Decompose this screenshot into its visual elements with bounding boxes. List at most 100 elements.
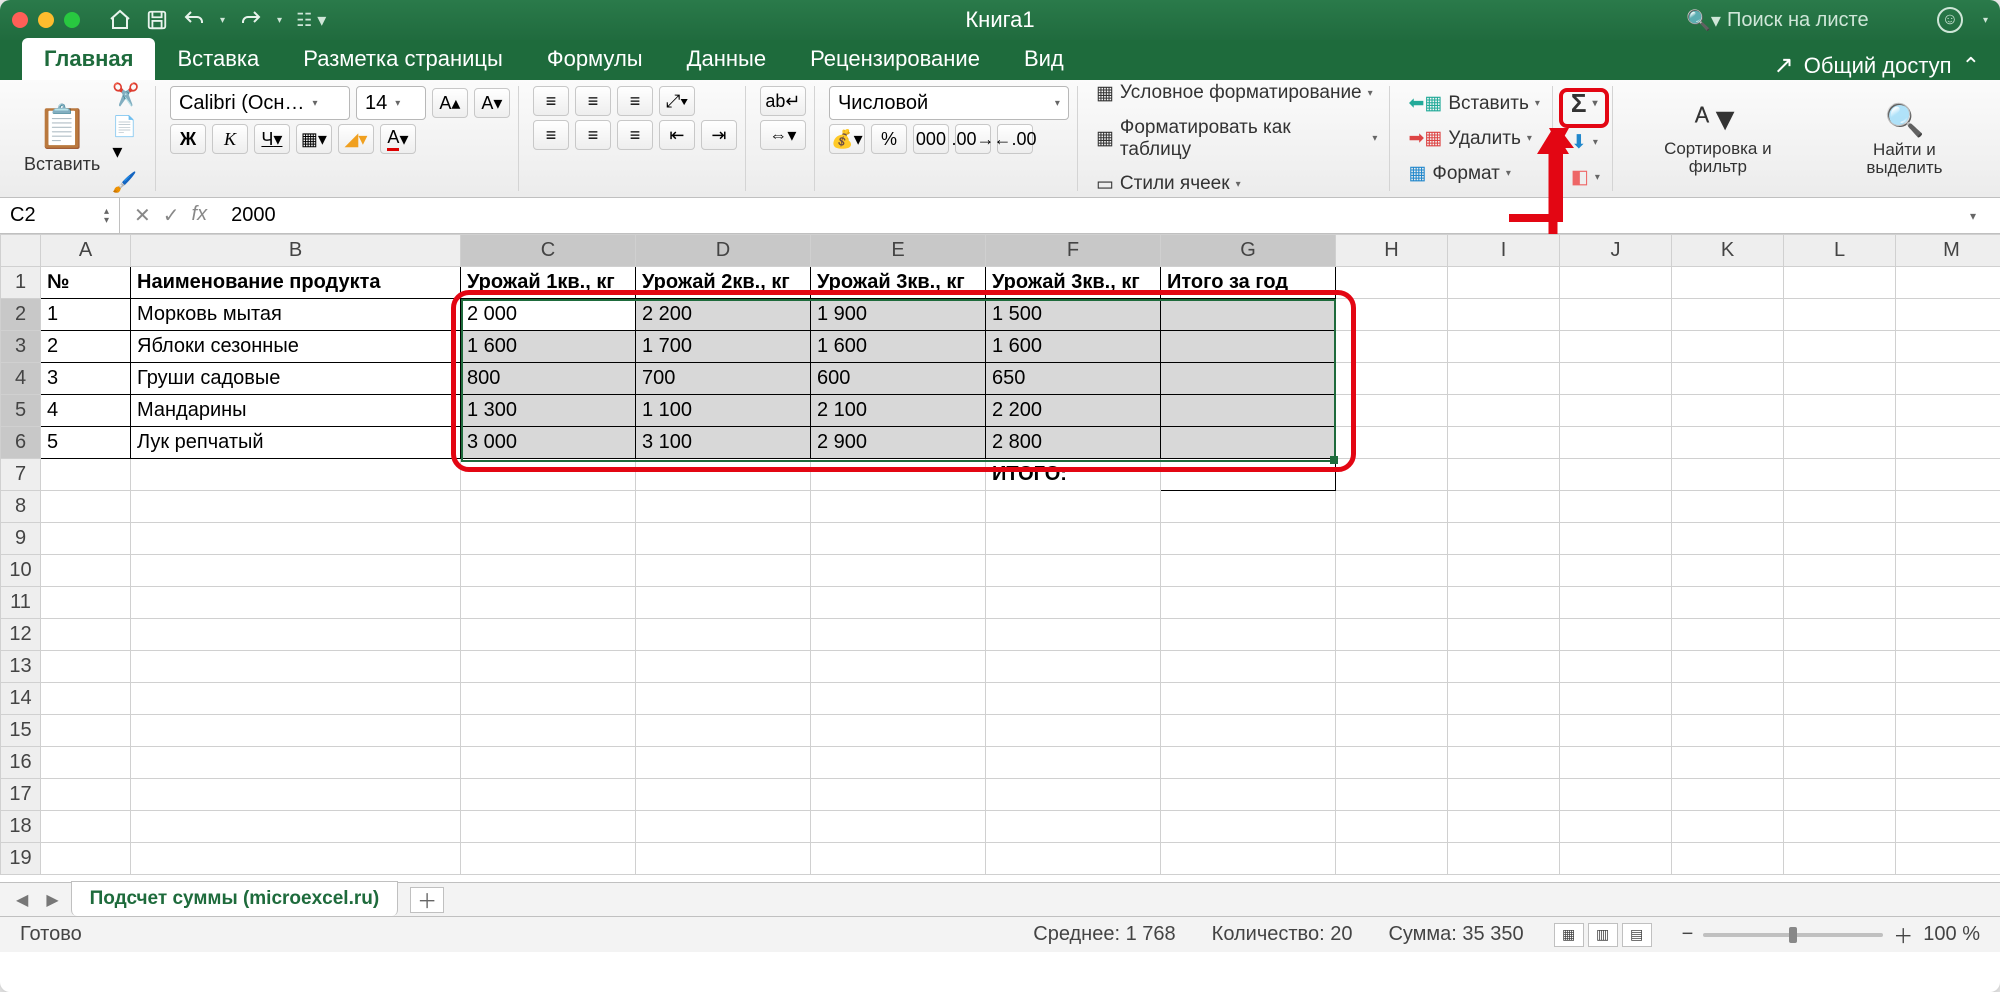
namebox-steppers[interactable]: ▴▾ [104, 207, 109, 225]
decrease-indent-icon[interactable]: ⇤ [659, 120, 695, 150]
bold-button[interactable]: Ж [170, 124, 206, 154]
cell-styles[interactable]: ▭Стили ячеек▾ [1092, 171, 1381, 198]
find-select-button[interactable]: 🔍 Найти и выделить [1827, 99, 1982, 179]
redo-icon[interactable] [239, 8, 263, 32]
row-6[interactable]: 6 [1, 427, 41, 459]
delete-cells[interactable]: ➡▦Удалить▾ [1404, 125, 1543, 152]
align-middle-icon[interactable]: ≡ [575, 86, 611, 116]
clear-button[interactable]: ◧▾ [1567, 164, 1604, 191]
tab-view[interactable]: Вид [1002, 38, 1086, 80]
comma-icon[interactable]: 000 [913, 124, 949, 154]
col-I[interactable]: I [1448, 235, 1560, 267]
fx-icon[interactable]: fx [192, 203, 208, 228]
undo-icon[interactable] [182, 8, 206, 32]
decrease-decimal-icon[interactable]: ←.00 [997, 124, 1033, 154]
row-3[interactable]: 3 [1, 331, 41, 363]
zoom-slider[interactable] [1703, 933, 1883, 937]
formula-input[interactable]: 2000 [221, 204, 1970, 227]
conditional-formatting[interactable]: ▦Условное форматирование▾ [1092, 80, 1381, 107]
paste-button[interactable]: 📋 Вставить [18, 101, 106, 177]
collapse-ribbon-icon[interactable]: ⌃ [1962, 53, 1980, 79]
sort-filter-button[interactable]: ᴬ▼ Сортировка и фильтр [1627, 99, 1809, 178]
tab-pagelayout[interactable]: Разметка страницы [281, 38, 525, 80]
merge-icon[interactable]: ⇔▾ [760, 120, 806, 150]
tab-formulas[interactable]: Формулы [525, 38, 665, 80]
increase-decimal-icon[interactable]: .00→ [955, 124, 991, 154]
undo-dropdown[interactable]: ▾ [220, 15, 225, 26]
font-color-icon[interactable]: A▾ [380, 124, 416, 154]
col-F[interactable]: F [986, 235, 1161, 267]
align-center-icon[interactable]: ≡ [575, 120, 611, 150]
autosum-button[interactable]: Σ ▾ [1567, 86, 1604, 121]
wrap-text-icon[interactable]: ab↵ [760, 86, 806, 116]
italic-button[interactable]: К [212, 124, 248, 154]
view-normal-icon[interactable]: ▦ [1554, 923, 1584, 947]
row-4[interactable]: 4 [1, 363, 41, 395]
redo-dropdown[interactable]: ▾ [277, 15, 282, 26]
insert-cells[interactable]: ⬅▦Вставить▾ [1404, 90, 1543, 117]
close-window[interactable] [12, 12, 28, 28]
row-7[interactable]: 7 [1, 459, 41, 491]
align-left-icon[interactable]: ≡ [533, 120, 569, 150]
share-button[interactable]: Общий доступ [1804, 53, 1952, 79]
increase-indent-icon[interactable]: ⇥ [701, 120, 737, 150]
copy-icon[interactable]: 📄▾ [112, 114, 147, 164]
cancel-formula-icon[interactable]: ✕ [134, 203, 151, 228]
format-cells[interactable]: ▦Формат▾ [1404, 160, 1543, 187]
align-right-icon[interactable]: ≡ [617, 120, 653, 150]
spreadsheet-grid[interactable]: A B C D E F G H I J K L M 1 № Наименован… [0, 234, 2000, 882]
sheet-tab-active[interactable]: Подсчет суммы (microexcel.ru) [71, 881, 399, 916]
home-icon[interactable] [108, 8, 132, 32]
fill-button[interactable]: ⬇▾ [1567, 129, 1604, 156]
col-C[interactable]: C [461, 235, 636, 267]
view-pagebreak-icon[interactable]: ▤ [1622, 923, 1652, 947]
col-E[interactable]: E [811, 235, 986, 267]
zoom-out-icon[interactable]: − [1682, 923, 1694, 946]
tab-insert[interactable]: Вставка [155, 38, 281, 80]
borders-icon[interactable]: ▦▾ [296, 124, 332, 154]
expand-formula-bar[interactable]: ▾ [1970, 209, 2000, 223]
decrease-font-icon[interactable]: A▾ [474, 88, 510, 118]
underline-button[interactable]: Ч▾ [254, 124, 290, 154]
row-1[interactable]: 1 [1, 267, 41, 299]
percent-icon[interactable]: % [871, 124, 907, 154]
view-pagelayout-icon[interactable]: ▥ [1588, 923, 1618, 947]
sheet-nav-prev[interactable]: ◀ [10, 890, 34, 910]
tab-review[interactable]: Рецензирование [788, 38, 1002, 80]
minimize-window[interactable] [38, 12, 54, 28]
col-B[interactable]: B [131, 235, 461, 267]
col-G[interactable]: G [1161, 235, 1336, 267]
col-J[interactable]: J [1560, 235, 1672, 267]
row-5[interactable]: 5 [1, 395, 41, 427]
user-icon[interactable]: ☺ [1937, 7, 1963, 33]
col-A[interactable]: A [41, 235, 131, 267]
format-as-table[interactable]: ▦Форматировать как таблицу▾ [1092, 115, 1381, 163]
maximize-window[interactable] [64, 12, 80, 28]
save-icon[interactable] [146, 9, 168, 31]
qat-customize-icon[interactable]: ☷ ▾ [296, 10, 326, 31]
fill-color-icon[interactable]: ◢▾ [338, 124, 374, 154]
align-top-icon[interactable]: ≡ [533, 86, 569, 116]
currency-icon[interactable]: 💰▾ [829, 124, 865, 154]
name-box[interactable]: C2 ▴▾ [0, 198, 120, 233]
align-bottom-icon[interactable]: ≡ [617, 86, 653, 116]
tab-data[interactable]: Данные [665, 38, 788, 80]
search-input[interactable] [1727, 9, 1917, 32]
col-H[interactable]: H [1336, 235, 1448, 267]
select-all-corner[interactable] [1, 235, 41, 267]
cut-icon[interactable]: ✂️ [112, 82, 147, 108]
row-2[interactable]: 2 [1, 299, 41, 331]
search-box[interactable]: 🔍▾ [1686, 8, 1917, 33]
col-L[interactable]: L [1784, 235, 1896, 267]
col-M[interactable]: M [1896, 235, 2000, 267]
user-dropdown[interactable]: ▾ [1983, 15, 1988, 26]
format-painter-icon[interactable]: 🖌️ [112, 170, 147, 195]
col-K[interactable]: K [1672, 235, 1784, 267]
sheet-nav-next[interactable]: ▶ [40, 890, 64, 910]
font-name-combo[interactable]: Calibri (Осн…▾ [170, 86, 350, 120]
enter-formula-icon[interactable]: ✓ [163, 203, 180, 228]
number-format-combo[interactable]: Числовой▾ [829, 86, 1069, 120]
zoom-in-icon[interactable]: ＋ [1893, 920, 1913, 949]
increase-font-icon[interactable]: A▴ [432, 88, 468, 118]
orientation-icon[interactable]: ⤢▾ [659, 86, 695, 116]
